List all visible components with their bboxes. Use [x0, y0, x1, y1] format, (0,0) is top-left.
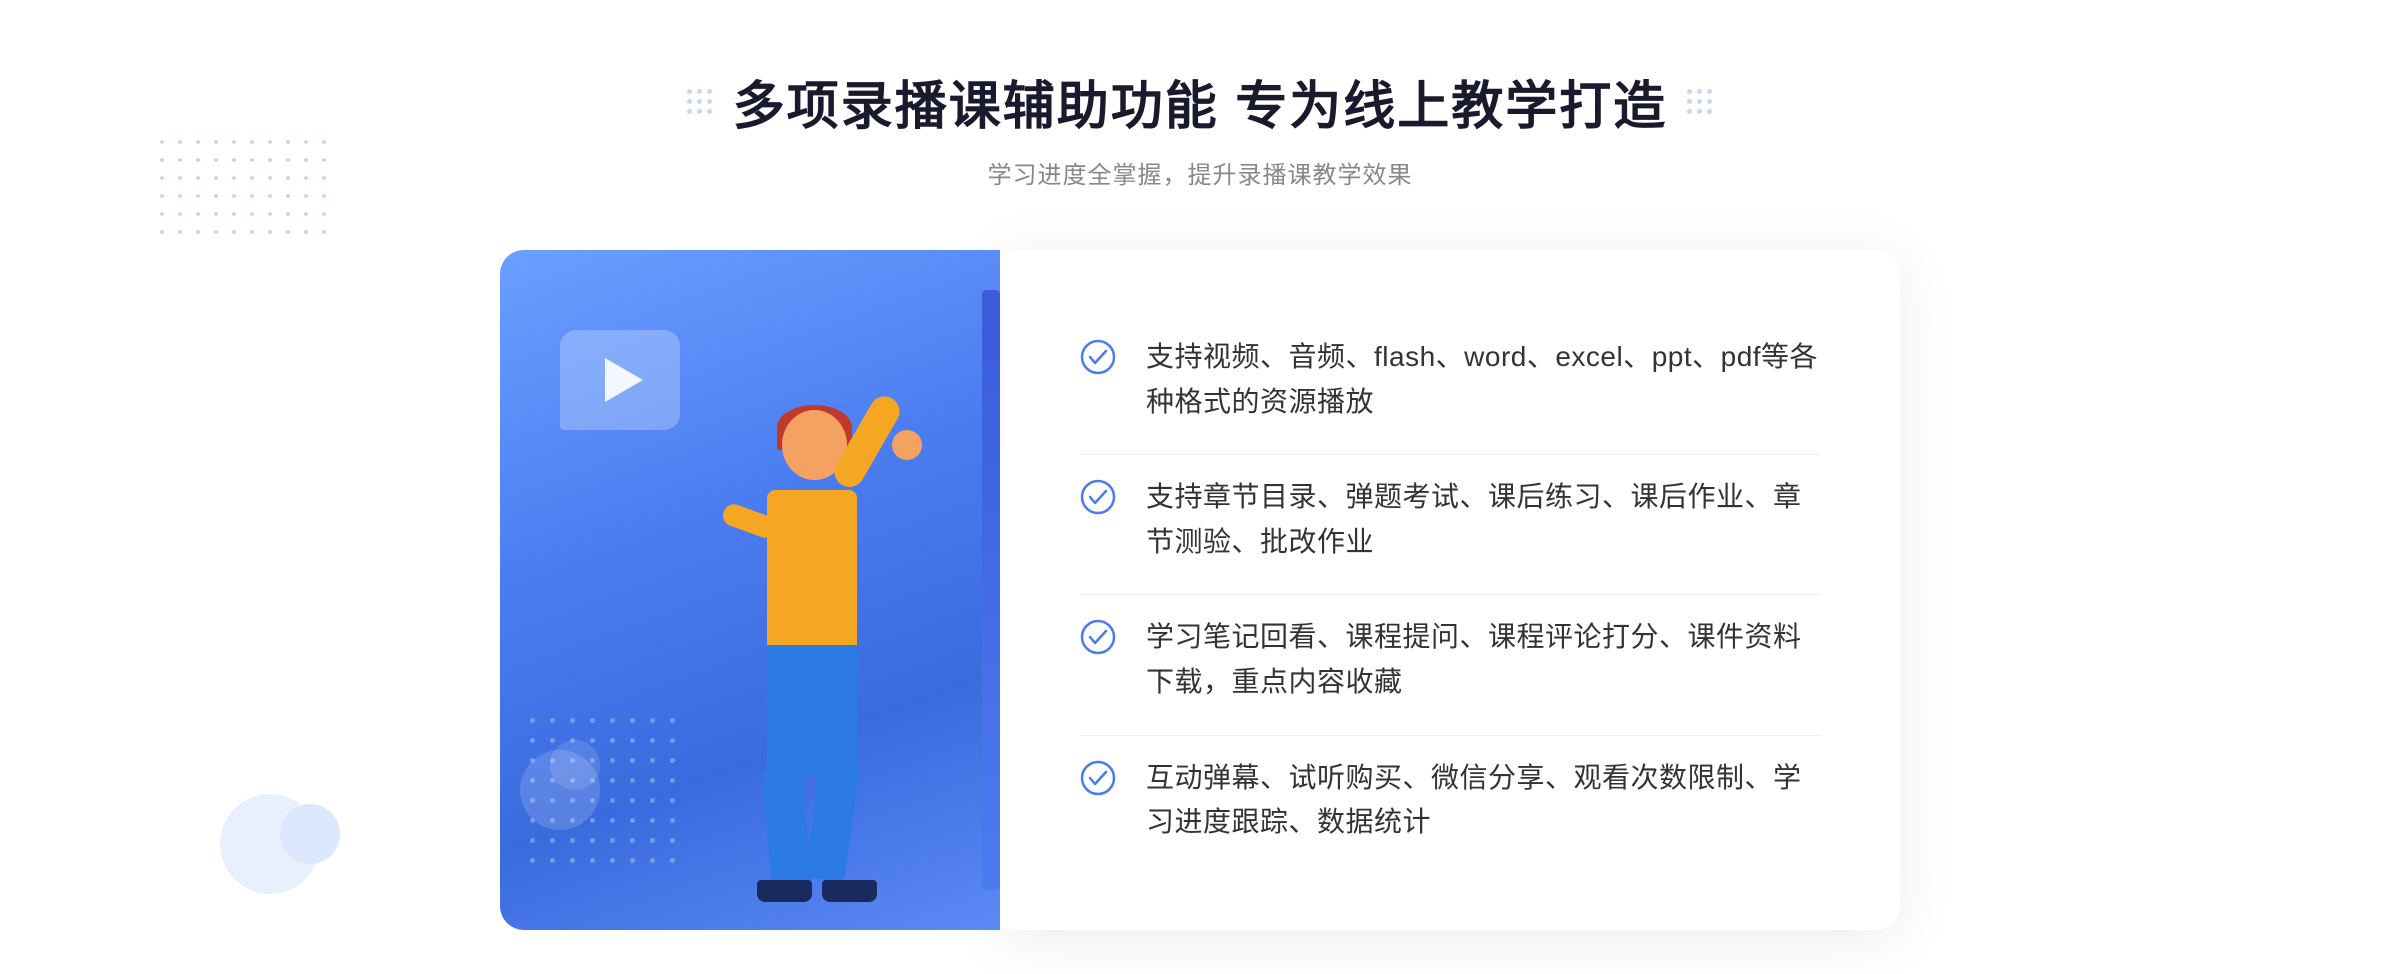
dot: [1697, 89, 1702, 94]
title-row: 多项录播课辅助功能 专为线上教学打造: [687, 64, 1713, 139]
figure-hand-right: [892, 430, 922, 460]
dot: [1697, 99, 1702, 104]
check-circle-icon-4: [1080, 760, 1116, 796]
feature-item-1: 支持视频、音频、flash、word、excel、ppt、pdf等各种格式的资源…: [1080, 315, 1820, 445]
left-blue-bar: [982, 290, 1000, 890]
figure-shoe-left: [757, 880, 812, 902]
dot: [1687, 109, 1692, 114]
dot: [687, 99, 692, 104]
dot: [697, 89, 702, 94]
left-illustration-panel: [500, 250, 1000, 930]
dot: [687, 109, 692, 114]
dot: [1707, 109, 1712, 114]
main-title: 多项录播课辅助功能 专为线上教学打造: [733, 64, 1667, 139]
right-features-panel: 支持视频、音频、flash、word、excel、ppt、pdf等各种格式的资源…: [1000, 250, 1900, 930]
figure-leg-left: [762, 768, 812, 891]
figure-leg-right: [805, 768, 860, 882]
deco-circle-small: [550, 740, 600, 790]
feature-text-1: 支持视频、音频、flash、word、excel、ppt、pdf等各种格式的资源…: [1146, 335, 1820, 425]
dot-grid-left: [687, 89, 713, 115]
page-wrapper: (function() { const container = document…: [0, 4, 2400, 970]
subtitle: 学习进度全掌握，提升录播课教学效果: [987, 155, 1412, 190]
dot-grid-right: [1687, 89, 1713, 115]
check-circle-icon-1: [1080, 339, 1116, 375]
feature-text-4: 互动弹幕、试听购买、微信分享、观看次数限制、学习进度跟踪、数据统计: [1146, 756, 1820, 846]
dot: [687, 89, 692, 94]
title-decorator-right: [1687, 89, 1713, 115]
feature-item-3: 学习笔记回看、课程提问、课程评论打分、课件资料下载，重点内容收藏: [1080, 594, 1820, 725]
content-area: »: [500, 250, 1900, 930]
feature-text-2: 支持章节目录、弹题考试、课后练习、课后作业、章节测验、批改作业: [1146, 475, 1820, 565]
dot: [1697, 109, 1702, 114]
play-bubble: [560, 330, 680, 430]
figure-shoe-right: [822, 880, 877, 902]
dot: [1707, 89, 1712, 94]
play-triangle-icon: [605, 358, 643, 402]
dot: [707, 99, 712, 104]
figure-illustration: [672, 410, 932, 930]
dot: [707, 109, 712, 114]
feature-text-3: 学习笔记回看、课程提问、课程评论打分、课件资料下载，重点内容收藏: [1146, 615, 1820, 705]
check-circle-icon-2: [1080, 479, 1116, 515]
figure-body: [767, 490, 857, 650]
feature-item-4: 互动弹幕、试听购买、微信分享、观看次数限制、学习进度跟踪、数据统计: [1080, 735, 1820, 866]
dot: [697, 99, 702, 104]
dot: [697, 109, 702, 114]
deco-circle-small-bottom: [280, 804, 340, 864]
check-circle-icon-3: [1080, 619, 1116, 655]
dot: [1687, 89, 1692, 94]
bg-dots-left: (function() { const container = document…: [160, 140, 332, 240]
feature-item-2: 支持章节目录、弹题考试、课后练习、课后作业、章节测验、批改作业: [1080, 454, 1820, 585]
title-decorator-left: [687, 89, 713, 115]
dot: [707, 89, 712, 94]
dot: [1687, 99, 1692, 104]
header-section: 多项录播课辅助功能 专为线上教学打造 学习进度全掌握，提升录播课教学效果: [687, 64, 1713, 190]
dot: [1707, 99, 1712, 104]
figure-pants: [767, 645, 857, 775]
